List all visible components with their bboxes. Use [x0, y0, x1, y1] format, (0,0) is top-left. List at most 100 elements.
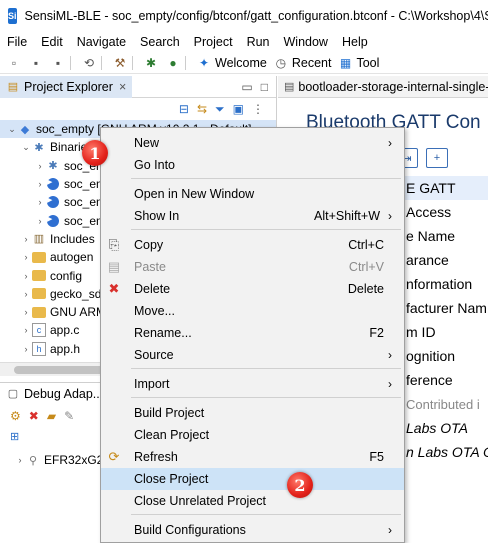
- menu-separator: [131, 178, 401, 179]
- menu-item-shortcut: F2: [369, 326, 384, 340]
- collapsed-arrow-icon[interactable]: ›: [20, 325, 32, 335]
- menu-item-source[interactable]: Source ›: [101, 344, 404, 366]
- menu-item-close-unrelated-project[interactable]: Close Unrelated Project: [101, 490, 404, 512]
- binary-file-icon: ✱: [48, 160, 58, 173]
- edit-icon[interactable]: ✎: [64, 409, 74, 423]
- collapsed-arrow-icon[interactable]: ›: [20, 234, 32, 244]
- recent-button[interactable]: Recent: [292, 56, 332, 70]
- toolbar-separator: [101, 55, 102, 70]
- project-explorer-tab[interactable]: ▤ Project Explorer ×: [0, 75, 133, 98]
- menu-project[interactable]: Project: [187, 35, 240, 49]
- file-icon: ▤: [284, 81, 295, 93]
- menu-item-build-project[interactable]: Build Project: [101, 402, 404, 424]
- collapse-all-icon[interactable]: ⊟: [179, 102, 189, 116]
- menu-help[interactable]: Help: [335, 35, 375, 49]
- menu-run[interactable]: Run: [240, 35, 277, 49]
- menu-item-delete[interactable]: ✖ Delete Delete: [101, 278, 404, 300]
- connect-icon[interactable]: ⚙: [10, 409, 21, 423]
- menu-item-paste[interactable]: ▤ Paste Ctrl+V: [101, 256, 404, 278]
- refresh-icon: ⟳: [108, 449, 120, 464]
- expand-icon[interactable]: ⊞: [10, 430, 19, 443]
- menu-item-label: Build Project: [134, 406, 205, 420]
- expanded-arrow-icon[interactable]: ⌄: [6, 124, 18, 135]
- debug-bug-icon[interactable]: ✱: [143, 55, 159, 71]
- debug-adapters-tab[interactable]: ▢ Debug Adap...: [0, 382, 110, 405]
- menu-item-shortcut: Ctrl+V: [348, 260, 384, 274]
- menu-window[interactable]: Window: [277, 35, 335, 49]
- menu-item-refresh[interactable]: ⟳ Refresh F5: [101, 446, 404, 468]
- menu-item-build-configurations[interactable]: Build Configurations ›: [101, 519, 404, 541]
- disconnect-icon[interactable]: ✖: [29, 409, 39, 423]
- panel-controls: ▭ □: [241, 80, 276, 94]
- menu-item-label: Source: [134, 348, 174, 362]
- add-icon[interactable]: +: [426, 148, 448, 168]
- menu-item-go-into[interactable]: Go Into: [101, 154, 404, 176]
- save-icon[interactable]: ▪: [28, 55, 44, 71]
- expanded-arrow-icon[interactable]: ⌄: [20, 142, 32, 153]
- collapsed-arrow-icon[interactable]: ›: [34, 197, 46, 207]
- editor-tab[interactable]: ▤ bootloader-storage-internal-single-: [278, 76, 488, 98]
- recent-icon[interactable]: ◷: [273, 55, 289, 71]
- save-all-icon[interactable]: ▪: [50, 55, 66, 71]
- link-editor-icon[interactable]: ⇆: [197, 102, 207, 116]
- menu-item-label: New: [134, 136, 160, 150]
- menu-item-label: Paste: [134, 260, 166, 274]
- close-icon[interactable]: ×: [119, 80, 126, 94]
- submenu-arrow-icon: ›: [388, 209, 392, 223]
- menu-item-shortcut: Ctrl+C: [348, 238, 384, 252]
- toolbar-separator: [70, 55, 71, 70]
- open-folder-icon[interactable]: ▰: [47, 409, 56, 423]
- h-file-icon: h: [32, 341, 46, 356]
- menu-item-move[interactable]: Move...: [101, 300, 404, 322]
- submenu-arrow-icon: ›: [388, 136, 392, 150]
- menu-item-import[interactable]: Import ›: [101, 373, 404, 395]
- collapsed-arrow-icon[interactable]: ›: [20, 307, 32, 317]
- run-icon[interactable]: ●: [165, 55, 181, 71]
- includes-icon: ▥: [33, 233, 45, 246]
- context-menu: New › Go Into Open in New Window Show In Alt+…: [100, 127, 405, 543]
- expand-arrow-icon[interactable]: ›: [14, 455, 26, 465]
- menu-item-clean-project[interactable]: Clean Project: [101, 424, 404, 446]
- minimize-icon[interactable]: ▭: [241, 80, 252, 94]
- folder-icon: [32, 250, 46, 264]
- toolbar-separator: [185, 55, 186, 70]
- project-icon: ◆: [20, 123, 30, 136]
- menu-item-label: Delete: [134, 282, 171, 296]
- menu-item-new[interactable]: New ›: [101, 132, 404, 154]
- collapsed-arrow-icon[interactable]: ›: [20, 252, 32, 262]
- view-menu-icon[interactable]: ⋮: [252, 102, 264, 116]
- sync-icon[interactable]: ⟲: [81, 55, 97, 71]
- collapsed-arrow-icon[interactable]: ›: [34, 179, 46, 189]
- menu-item-label: Clean Project: [134, 428, 210, 442]
- folder-icon: [32, 287, 46, 301]
- collapsed-arrow-icon[interactable]: ›: [34, 216, 46, 226]
- menu-item-copy[interactable]: ⎘ Copy Ctrl+C: [101, 234, 404, 256]
- menu-item-show-in[interactable]: Show In Alt+Shift+W ›: [101, 205, 404, 227]
- menu-bar: File Edit Navigate Search Project Run Wi…: [0, 32, 488, 52]
- menu-item-open-in-new-window[interactable]: Open in New Window: [101, 183, 404, 205]
- menu-separator: [131, 368, 401, 369]
- main-toolbar: ▫ ▪ ▪ ⟲ ⚒ ✱ ● ✦ Welcome ◷ Recent ▦ Tool: [0, 52, 488, 74]
- collapsed-arrow-icon[interactable]: ›: [20, 289, 32, 299]
- new-icon[interactable]: ▫: [6, 55, 22, 71]
- menu-edit[interactable]: Edit: [34, 35, 70, 49]
- maximize-icon[interactable]: □: [261, 80, 268, 94]
- new-folder-icon[interactable]: ▣: [233, 102, 244, 116]
- build-hammer-icon[interactable]: ⚒: [112, 55, 128, 71]
- welcome-icon[interactable]: ✦: [196, 55, 212, 71]
- menu-item-label: Refresh: [134, 450, 178, 464]
- menu-separator: [131, 397, 401, 398]
- welcome-button[interactable]: Welcome: [215, 56, 267, 70]
- collapsed-arrow-icon[interactable]: ›: [34, 161, 46, 171]
- menu-item-rename[interactable]: Rename... F2: [101, 322, 404, 344]
- collapsed-arrow-icon[interactable]: ›: [20, 344, 32, 354]
- menu-navigate[interactable]: Navigate: [70, 35, 133, 49]
- menu-file[interactable]: File: [0, 35, 34, 49]
- collapsed-arrow-icon[interactable]: ›: [20, 271, 32, 281]
- menu-search[interactable]: Search: [133, 35, 187, 49]
- tools-icon[interactable]: ▦: [337, 55, 353, 71]
- run-icon: ▶: [46, 214, 60, 228]
- tools-button[interactable]: Tool: [356, 56, 379, 70]
- filter-icon[interactable]: ⏷: [215, 102, 225, 117]
- menu-item-close-project[interactable]: Close Project: [101, 468, 404, 490]
